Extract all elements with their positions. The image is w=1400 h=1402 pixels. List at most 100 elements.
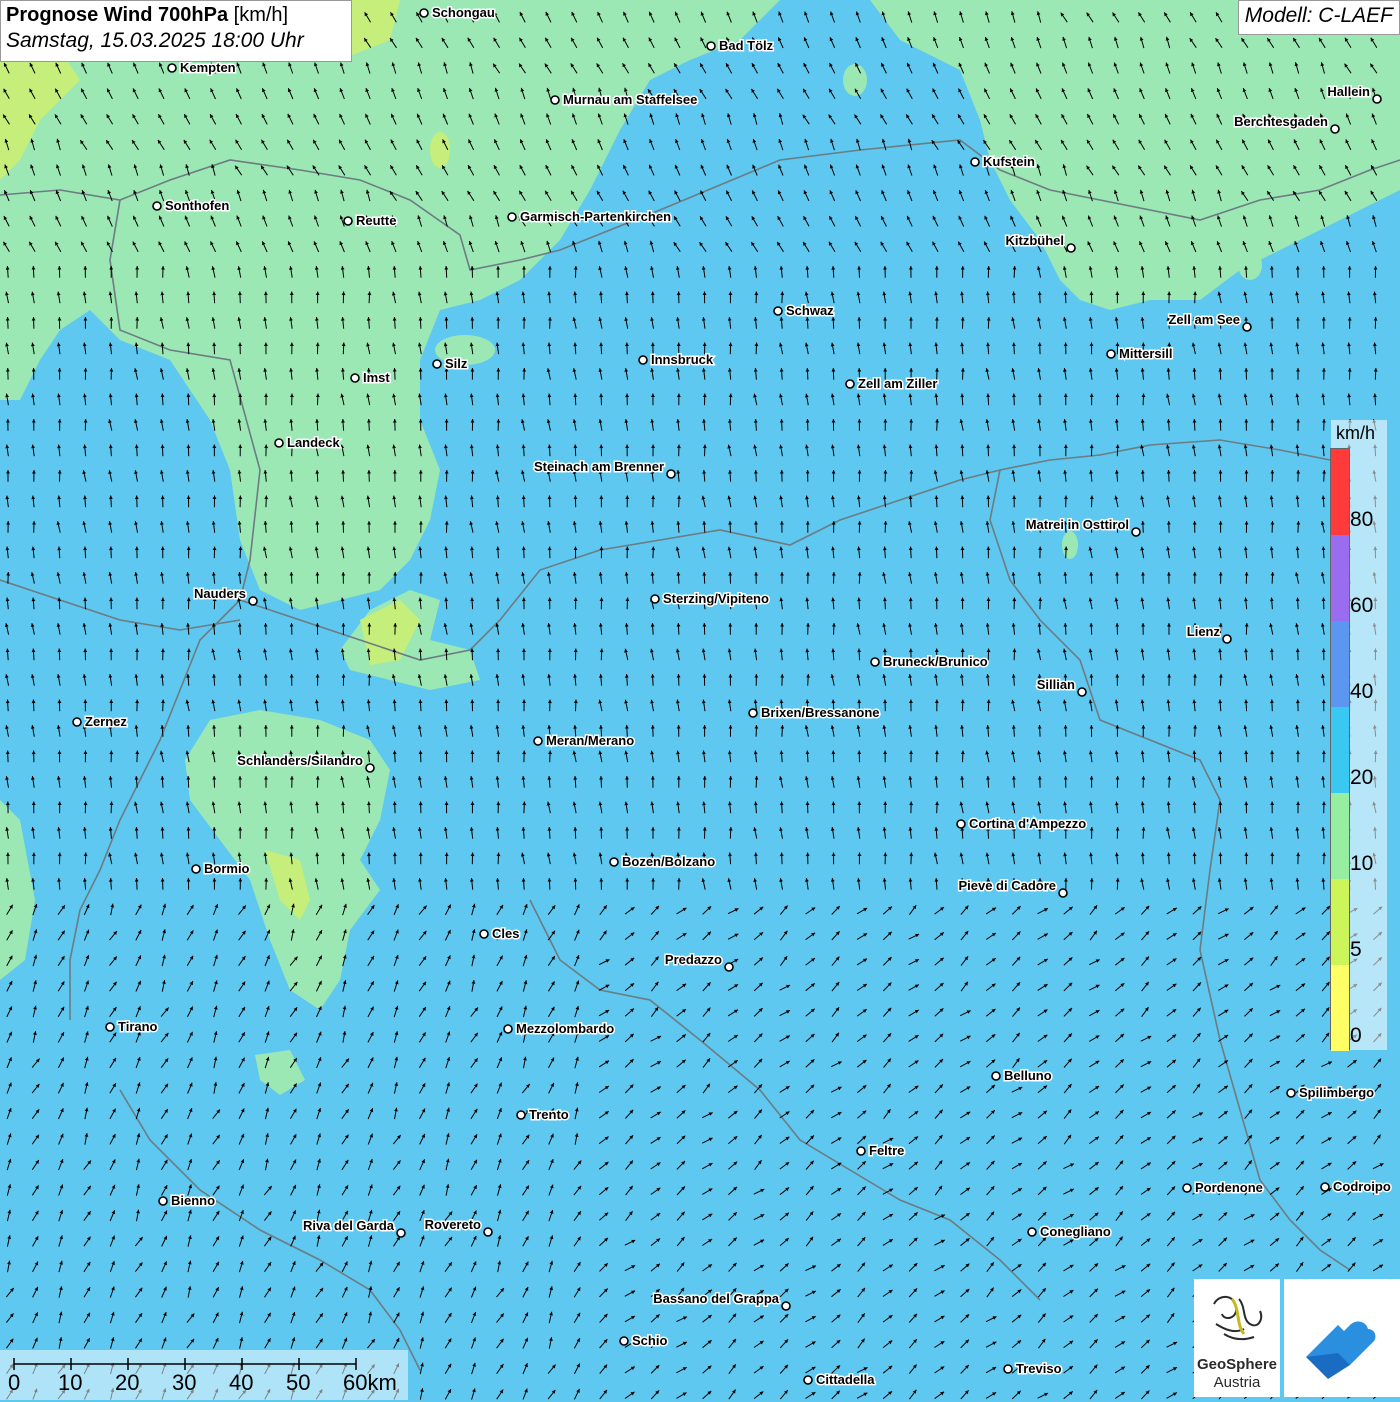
city-dot-icon xyxy=(106,1023,114,1031)
city-label: Hallein xyxy=(1327,84,1370,99)
map-title: Prognose Wind 700hPa [km/h] xyxy=(6,4,346,27)
city-marker[interactable]: Sterzing/Vipiteno xyxy=(651,591,769,606)
city-marker[interactable]: Garmisch-Partenkirchen xyxy=(508,209,671,224)
city-dot-icon xyxy=(610,858,618,866)
city-dot-icon xyxy=(782,1302,790,1310)
city-label: Murnau am Staffelsee xyxy=(563,92,697,107)
city-dot-icon xyxy=(534,737,542,745)
city-marker[interactable]: Spilimbergo xyxy=(1287,1085,1374,1100)
scale-tick-label: 30 xyxy=(172,1370,196,1396)
wind-map[interactable]: SchongauBad TölzKemptenMurnau am Staffel… xyxy=(0,0,1400,1400)
city-dot-icon xyxy=(1183,1184,1191,1192)
city-marker[interactable]: Brixen/Bressanone xyxy=(749,705,880,720)
city-marker[interactable]: Conegliano xyxy=(1028,1224,1111,1239)
city-label: Innsbruck xyxy=(651,352,714,367)
city-label: Imst xyxy=(363,370,390,385)
legend-tick-label: 10 xyxy=(1350,852,1373,876)
city-label: Schongau xyxy=(432,5,495,20)
city-marker[interactable]: Bruneck/Brunico xyxy=(871,654,988,669)
legend-unit: km/h xyxy=(1336,423,1375,444)
city-label: Sonthofen xyxy=(165,198,229,213)
city-marker[interactable]: Innsbruck xyxy=(639,352,714,367)
city-dot-icon xyxy=(871,658,879,666)
weather-app-logo[interactable] xyxy=(1284,1279,1400,1397)
city-label: Schlanders/Silandro xyxy=(237,753,363,768)
city-label: Bozen/Bolzano xyxy=(622,854,715,869)
city-dot-icon xyxy=(73,718,81,726)
city-dot-icon xyxy=(1287,1089,1295,1097)
city-label: Kitzbühel xyxy=(1006,233,1065,248)
legend-tick-label: 0 xyxy=(1350,1024,1362,1048)
city-marker[interactable]: Pordenone xyxy=(1183,1180,1263,1195)
city-dot-icon xyxy=(344,217,352,225)
legend-tick-label: 40 xyxy=(1350,680,1373,704)
geosphere-logo[interactable]: GeoSphere Austria xyxy=(1194,1279,1280,1397)
city-label: Kempten xyxy=(180,60,236,75)
city-label: Trento xyxy=(529,1107,569,1122)
city-label: Zell am Ziller xyxy=(858,376,937,391)
city-label: Sterzing/Vipiteno xyxy=(663,591,769,606)
city-marker[interactable]: Schongau xyxy=(420,5,495,20)
city-marker[interactable]: Zell am Ziller xyxy=(846,376,937,391)
city-label: Nauders xyxy=(194,586,246,601)
city-marker[interactable]: Bozen/Bolzano xyxy=(610,854,715,869)
city-marker[interactable]: Murnau am Staffelsee xyxy=(551,92,697,107)
city-label: Belluno xyxy=(1004,1068,1052,1083)
city-dot-icon xyxy=(504,1025,512,1033)
city-label: Pieve di Cadore xyxy=(958,878,1056,893)
city-label: Spilimbergo xyxy=(1299,1085,1374,1100)
city-dot-icon xyxy=(857,1147,865,1155)
city-dot-icon xyxy=(749,709,757,717)
legend-segment xyxy=(1331,621,1349,707)
legend-tick-label: 80 xyxy=(1350,508,1373,532)
city-label: Rovereto xyxy=(425,1217,481,1232)
legend-segment xyxy=(1331,793,1349,879)
city-dot-icon xyxy=(1004,1365,1012,1373)
city-dot-icon xyxy=(1373,95,1381,103)
brand-name: GeoSphere xyxy=(1194,1356,1280,1373)
city-dot-icon xyxy=(639,356,647,364)
city-dot-icon xyxy=(484,1228,492,1236)
city-dot-icon xyxy=(846,380,854,388)
city-dot-icon xyxy=(1321,1183,1329,1191)
model-label: Modell: C-LAEF xyxy=(1238,0,1400,35)
city-label: Bassano del Grappa xyxy=(653,1291,779,1306)
city-marker[interactable]: Sonthofen xyxy=(153,198,229,213)
city-label: Predazzo xyxy=(665,952,722,967)
scale-tick-label: 10 xyxy=(58,1370,82,1396)
city-dot-icon xyxy=(667,470,675,478)
city-label: Cittadella xyxy=(816,1372,875,1387)
legend-segment xyxy=(1331,879,1349,965)
geosphere-emblem-icon xyxy=(1194,1279,1280,1359)
scale-tick-label: 60km xyxy=(343,1370,397,1396)
city-dot-icon xyxy=(1132,528,1140,536)
legend-tick-label: 5 xyxy=(1350,938,1362,962)
city-label: Mittersill xyxy=(1119,346,1172,361)
city-marker[interactable]: Mezzolombardo xyxy=(504,1021,614,1036)
city-dot-icon xyxy=(774,307,782,315)
city-dot-icon xyxy=(992,1072,1000,1080)
scale-tick-label: 40 xyxy=(229,1370,253,1396)
legend-segment xyxy=(1331,707,1349,793)
city-label: Schio xyxy=(632,1333,667,1348)
scale-tick-label: 0 xyxy=(8,1370,20,1396)
city-label: Feltre xyxy=(869,1143,904,1158)
city-dot-icon xyxy=(551,96,559,104)
city-dot-icon xyxy=(159,1197,167,1205)
city-dot-icon xyxy=(153,202,161,210)
city-marker[interactable]: Meran/Merano xyxy=(534,733,634,748)
city-marker[interactable]: Cortina d'Ampezzo xyxy=(957,816,1086,831)
city-dot-icon xyxy=(1243,323,1251,331)
city-label: Schwaz xyxy=(786,303,834,318)
city-dot-icon xyxy=(1223,635,1231,643)
city-dot-icon xyxy=(620,1337,628,1345)
city-dot-icon xyxy=(397,1229,405,1237)
city-label: Kufstein xyxy=(983,154,1035,169)
city-label: Tirano xyxy=(118,1019,158,1034)
legend-color-bar xyxy=(1330,448,1350,1050)
city-dot-icon xyxy=(366,764,374,772)
city-dot-icon xyxy=(804,1376,812,1384)
city-label: Landeck xyxy=(287,435,341,450)
city-label: Zernez xyxy=(85,714,127,729)
city-label: Cles xyxy=(492,926,519,941)
